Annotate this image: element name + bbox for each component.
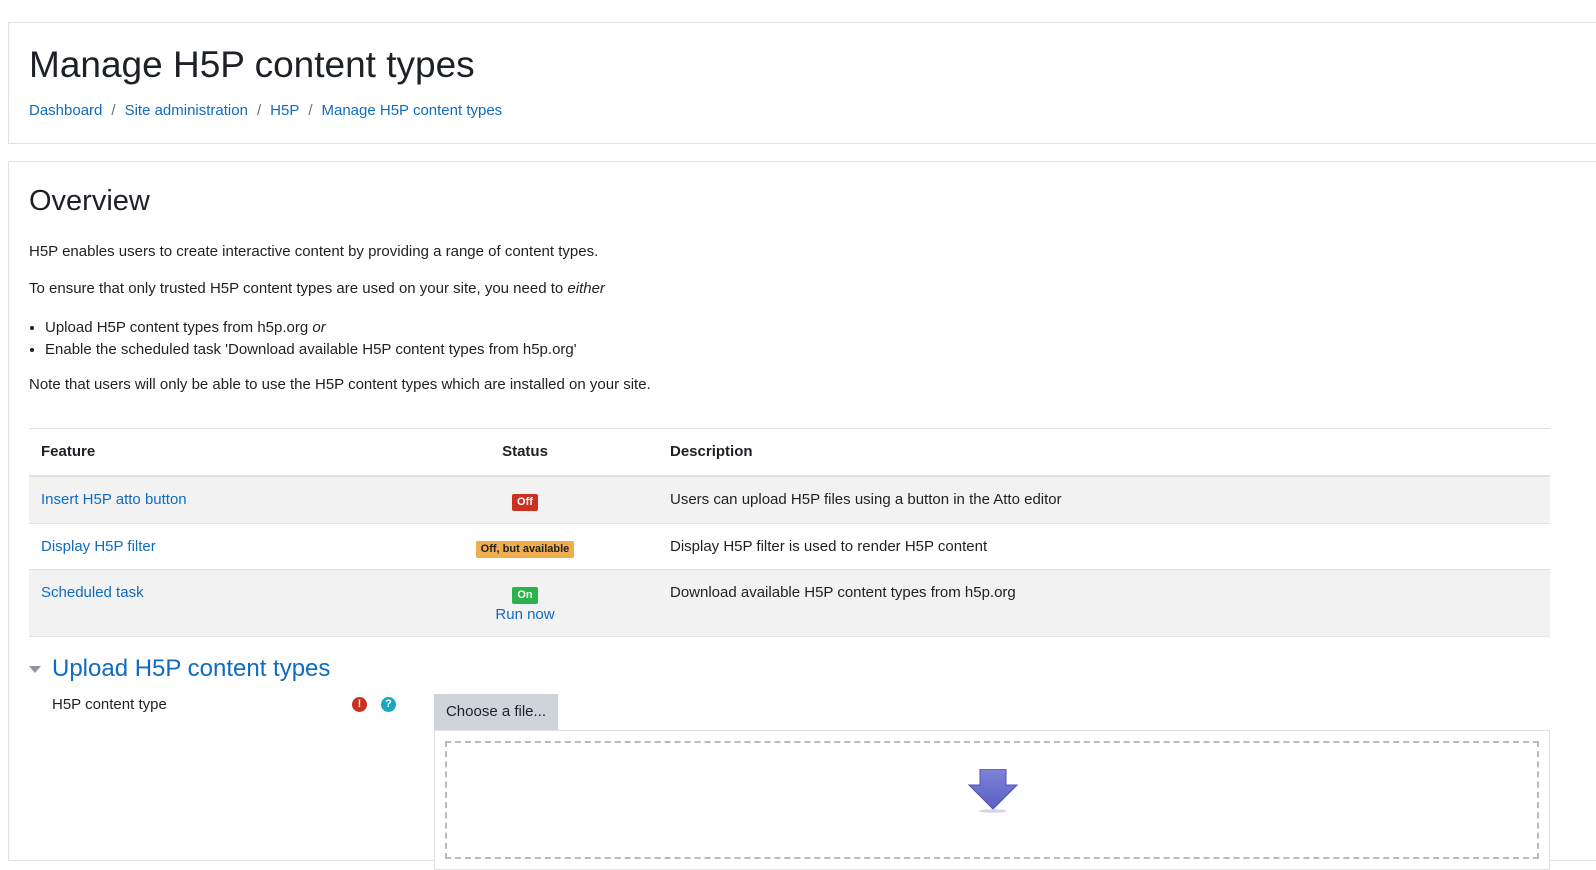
row-description: Display H5P filter is used to render H5P… <box>670 538 988 555</box>
page-title: Manage H5P content types <box>29 44 475 85</box>
breadcrumb: Dashboard / Site administration / H5P / … <box>29 101 502 121</box>
bullet-text: Upload H5P content types from h5p.org <box>45 319 309 336</box>
file-drop-zone[interactable] <box>445 741 1539 859</box>
bullet-emphasis: or <box>312 319 326 336</box>
overview-bullets: Upload H5P content types from h5p.org or… <box>29 317 577 361</box>
header-status: Status <box>502 443 548 460</box>
required-icon: ! <box>352 697 367 712</box>
main-content: Overview H5P enables users to create int… <box>8 161 1596 870</box>
status-badge-off: Off <box>512 494 538 511</box>
breadcrumb-dashboard[interactable]: Dashboard <box>29 101 102 121</box>
upload-section-toggle[interactable]: Upload H5P content types <box>29 654 330 684</box>
run-now-link[interactable]: Run now <box>425 606 625 623</box>
breadcrumb-manage-h5p[interactable]: Manage H5P content types <box>322 101 503 121</box>
status-cell: On <box>425 585 625 604</box>
row-description: Download available H5P content types fro… <box>670 584 1016 601</box>
chevron-down-icon <box>29 665 41 673</box>
overview-intro: H5P enables users to create interactive … <box>29 243 599 260</box>
status-badge-on: On <box>512 587 538 604</box>
h5p-content-type-label: H5P content type <box>52 696 167 713</box>
page-header: Manage H5P content types Dashboard / Sit… <box>8 22 1596 144</box>
choose-file-button[interactable]: Choose a file... <box>434 694 558 730</box>
status-cell: Off, but available <box>425 539 625 558</box>
bullet-text: Enable the scheduled task 'Download avai… <box>45 341 577 358</box>
table-row: Insert H5P atto button Off Users can upl… <box>29 477 1550 524</box>
breadcrumb-separator: / <box>308 102 313 119</box>
upload-section-title[interactable]: Upload H5P content types <box>52 654 330 684</box>
breadcrumb-separator: / <box>256 102 262 119</box>
ensure-text: To ensure that only trusted H5P content … <box>29 280 564 297</box>
features-table: Feature Status Description Insert H5P at… <box>29 428 1550 637</box>
table-header: Feature Status Description <box>29 429 1550 477</box>
overview-note: Note that users will only be able to use… <box>29 376 651 393</box>
file-picker <box>434 730 1550 870</box>
feature-link-filter[interactable]: Display H5P filter <box>41 538 156 555</box>
status-badge-available: Off, but available <box>475 541 575 558</box>
header-feature: Feature <box>41 443 96 460</box>
overview-ensure: To ensure that only trusted H5P content … <box>29 279 605 299</box>
list-item: Enable the scheduled task 'Download avai… <box>45 339 577 361</box>
table-row: Scheduled task On Run now Download avail… <box>29 570 1550 637</box>
overview-heading: Overview <box>29 185 150 217</box>
status-cell: Off <box>425 492 625 511</box>
ensure-emphasis: either <box>567 280 605 297</box>
breadcrumb-separator: / <box>111 102 116 119</box>
breadcrumb-h5p[interactable]: H5P <box>270 101 299 121</box>
table-row: Display H5P filter Off, but available Di… <box>29 524 1550 570</box>
row-description: Users can upload H5P files using a butto… <box>670 491 1062 508</box>
download-arrow-icon <box>967 769 1019 813</box>
feature-link-atto[interactable]: Insert H5P atto button <box>41 491 187 508</box>
breadcrumb-site-administration[interactable]: Site administration <box>125 101 248 121</box>
list-item: Upload H5P content types from h5p.org or <box>45 317 577 339</box>
help-icon[interactable]: ? <box>381 697 396 712</box>
header-description: Description <box>670 443 753 460</box>
feature-link-scheduled-task[interactable]: Scheduled task <box>41 584 144 601</box>
